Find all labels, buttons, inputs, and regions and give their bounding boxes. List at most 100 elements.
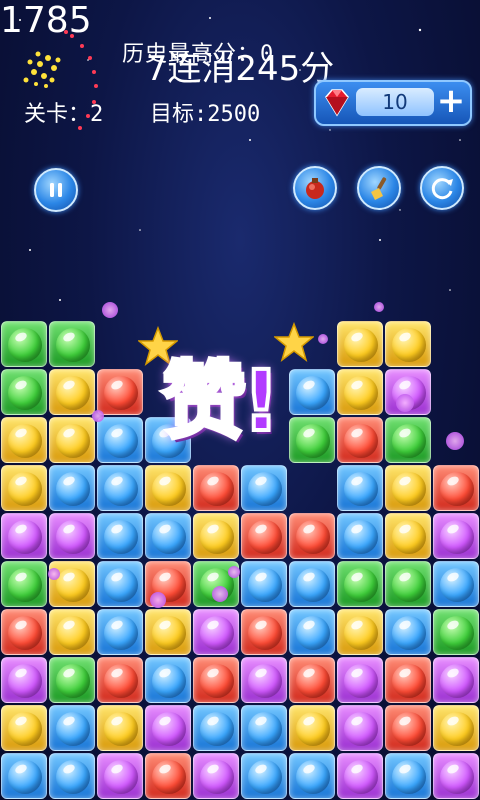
tile-green[interactable] xyxy=(49,657,95,703)
tile-red[interactable] xyxy=(1,609,47,655)
tile-yellow[interactable] xyxy=(97,705,143,751)
tile-purple[interactable] xyxy=(193,609,239,655)
tile-blue[interactable] xyxy=(241,705,287,751)
pause-button[interactable] xyxy=(34,168,78,212)
tile-blue[interactable] xyxy=(241,561,287,607)
tile-yellow[interactable] xyxy=(385,465,431,511)
tile-yellow[interactable] xyxy=(337,321,383,367)
tile-purple[interactable] xyxy=(337,753,383,799)
tile-blue[interactable] xyxy=(289,753,335,799)
tile-purple[interactable] xyxy=(433,657,479,703)
tile-green[interactable] xyxy=(385,417,431,463)
tile-yellow[interactable] xyxy=(433,705,479,751)
particle xyxy=(212,586,228,602)
green-ball-icon xyxy=(440,616,474,650)
tile-yellow[interactable] xyxy=(49,609,95,655)
tile-purple[interactable] xyxy=(337,657,383,703)
tile-blue[interactable] xyxy=(193,705,239,751)
add-gems-button[interactable]: + xyxy=(436,84,466,118)
tile-green[interactable] xyxy=(49,321,95,367)
tile-purple[interactable] xyxy=(433,513,479,559)
tile-red[interactable] xyxy=(241,513,287,559)
tile-red[interactable] xyxy=(433,465,479,511)
tile-red[interactable] xyxy=(193,657,239,703)
tile-blue[interactable] xyxy=(289,561,335,607)
tile-green[interactable] xyxy=(337,561,383,607)
tile-yellow[interactable] xyxy=(385,513,431,559)
tile-purple[interactable] xyxy=(241,657,287,703)
tile-green[interactable] xyxy=(1,369,47,415)
tile-blue[interactable] xyxy=(289,609,335,655)
brush-icon xyxy=(371,177,387,200)
tile-yellow[interactable] xyxy=(145,609,191,655)
green-ball-icon xyxy=(56,664,90,698)
tile-blue[interactable] xyxy=(337,465,383,511)
tile-green[interactable] xyxy=(1,321,47,367)
brush-tool-button[interactable] xyxy=(357,166,401,210)
blue-ball-icon xyxy=(440,568,474,602)
tile-blue[interactable] xyxy=(49,705,95,751)
tile-blue[interactable] xyxy=(1,753,47,799)
tile-blue[interactable] xyxy=(49,465,95,511)
purple-ball-icon xyxy=(440,664,474,698)
tile-purple[interactable] xyxy=(1,657,47,703)
tile-blue[interactable] xyxy=(241,753,287,799)
blue-ball-icon xyxy=(152,520,186,554)
blue-ball-icon xyxy=(104,472,138,506)
tile-blue[interactable] xyxy=(337,513,383,559)
tile-red[interactable] xyxy=(97,657,143,703)
tile-purple[interactable] xyxy=(97,753,143,799)
tile-red[interactable] xyxy=(385,705,431,751)
tile-blue[interactable] xyxy=(241,465,287,511)
tile-purple[interactable] xyxy=(49,513,95,559)
tile-red[interactable] xyxy=(385,657,431,703)
tile-blue[interactable] xyxy=(145,513,191,559)
tile-yellow[interactable] xyxy=(193,513,239,559)
red-ball-icon xyxy=(152,760,186,794)
tile-blue[interactable] xyxy=(97,513,143,559)
tile-green[interactable] xyxy=(1,561,47,607)
tile-red[interactable] xyxy=(241,609,287,655)
tile-yellow[interactable] xyxy=(1,705,47,751)
tile-yellow[interactable] xyxy=(49,369,95,415)
tile-red[interactable] xyxy=(145,753,191,799)
tile-yellow[interactable] xyxy=(49,417,95,463)
tile-red[interactable] xyxy=(97,369,143,415)
bomb-tool-button[interactable] xyxy=(293,166,337,210)
tile-red[interactable] xyxy=(289,657,335,703)
tile-blue[interactable] xyxy=(97,417,143,463)
refresh-tool-button[interactable] xyxy=(420,166,464,210)
tile-yellow[interactable] xyxy=(337,609,383,655)
tile-red[interactable] xyxy=(193,465,239,511)
tile-purple[interactable] xyxy=(433,753,479,799)
tile-blue[interactable] xyxy=(97,561,143,607)
tile-yellow[interactable] xyxy=(337,369,383,415)
purple-ball-icon xyxy=(200,760,234,794)
tile-yellow[interactable] xyxy=(289,705,335,751)
tile-red[interactable] xyxy=(289,513,335,559)
blue-ball-icon xyxy=(56,712,90,746)
yellow-ball-icon xyxy=(392,472,426,506)
tile-purple[interactable] xyxy=(145,705,191,751)
tile-yellow[interactable] xyxy=(1,417,47,463)
tile-blue[interactable] xyxy=(49,753,95,799)
green-ball-icon xyxy=(344,568,378,602)
blue-ball-icon xyxy=(200,712,234,746)
tile-yellow[interactable] xyxy=(145,465,191,511)
tile-green[interactable] xyxy=(433,609,479,655)
red-ball-icon xyxy=(200,664,234,698)
tile-blue[interactable] xyxy=(385,753,431,799)
tile-blue[interactable] xyxy=(433,561,479,607)
tile-yellow[interactable] xyxy=(385,321,431,367)
tile-blue[interactable] xyxy=(385,609,431,655)
tile-purple[interactable] xyxy=(337,705,383,751)
tile-blue[interactable] xyxy=(97,465,143,511)
tile-yellow[interactable] xyxy=(1,465,47,511)
tile-purple[interactable] xyxy=(1,513,47,559)
yellow-ball-icon xyxy=(56,568,90,602)
tile-red[interactable] xyxy=(337,417,383,463)
tile-green[interactable] xyxy=(385,561,431,607)
tile-purple[interactable] xyxy=(193,753,239,799)
tile-blue[interactable] xyxy=(145,657,191,703)
tile-blue[interactable] xyxy=(97,609,143,655)
